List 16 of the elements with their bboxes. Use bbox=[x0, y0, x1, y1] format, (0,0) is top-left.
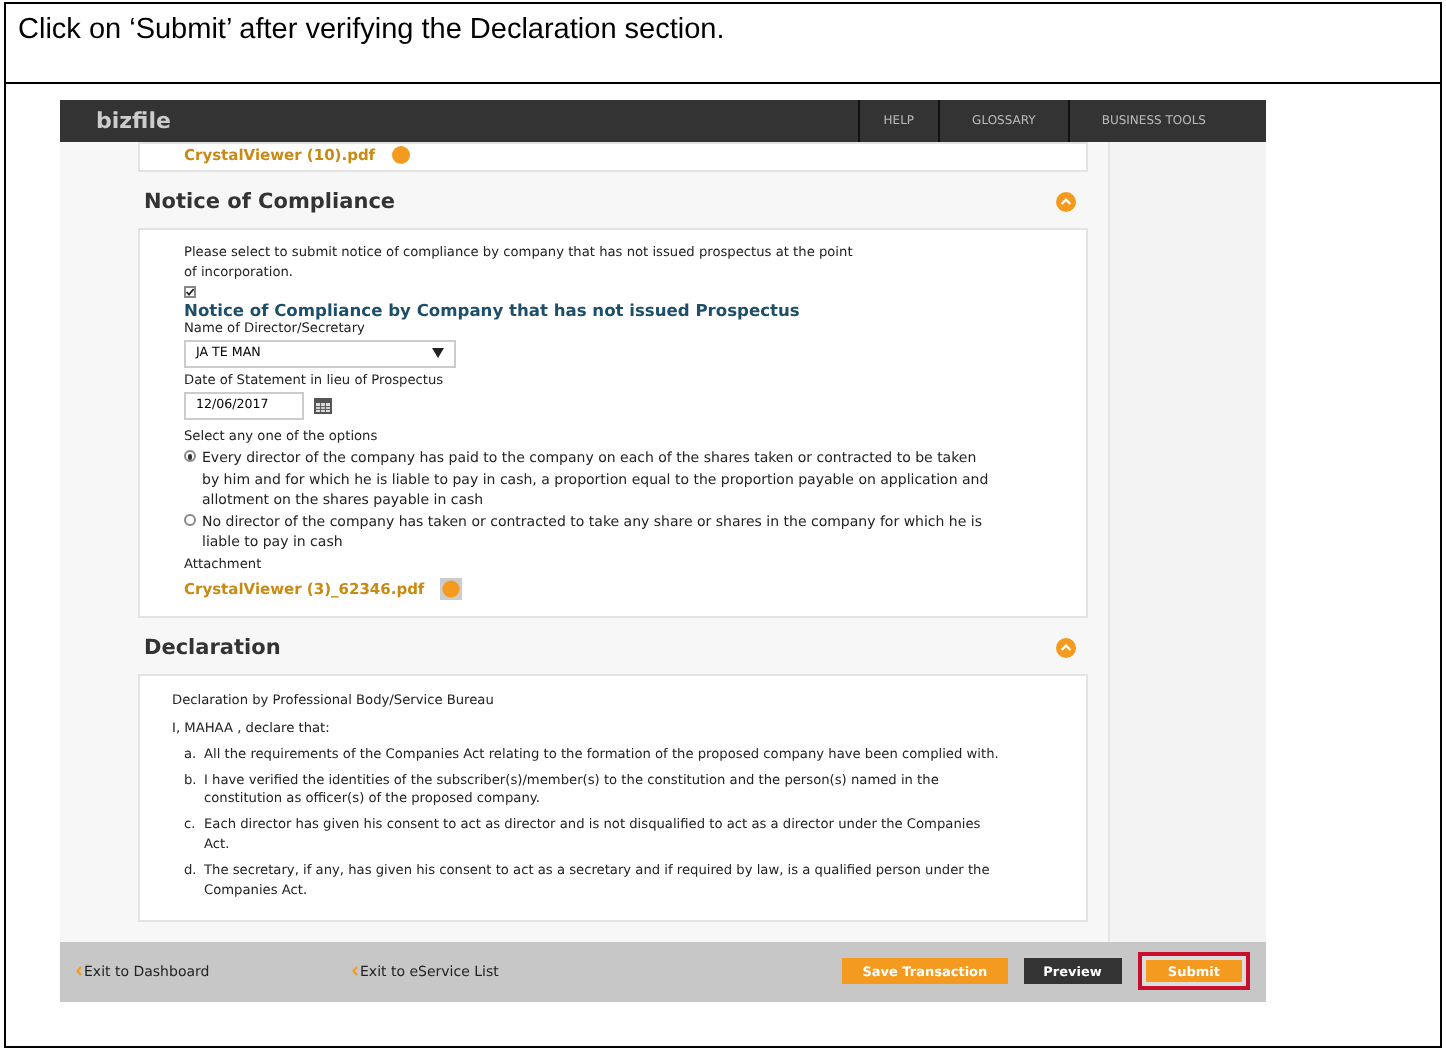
section-title: Notice of Compliance bbox=[144, 190, 396, 214]
collapse-icon[interactable] bbox=[1056, 637, 1076, 658]
radio-button[interactable] bbox=[184, 513, 196, 526]
caret-icon bbox=[432, 348, 444, 359]
checkbox[interactable] bbox=[184, 285, 196, 298]
section-title: Declaration bbox=[144, 635, 281, 660]
chevron-left-icon bbox=[352, 966, 358, 977]
collapse-icon[interactable] bbox=[1056, 192, 1076, 212]
attachment-icon[interactable] bbox=[440, 577, 463, 600]
calendar-icon[interactable] bbox=[314, 397, 332, 414]
instruction-text: Click on ‘Submit’ after verifying the Declaration section. bbox=[6, 4, 1440, 84]
chevron-left-icon bbox=[76, 966, 82, 977]
radio-button[interactable] bbox=[184, 450, 196, 463]
logo: bizfile bbox=[94, 108, 173, 134]
attachment-icon[interactable] bbox=[391, 146, 410, 164]
subsection-title: Notice of Compliance by Company that has not issued Prospectus bbox=[184, 299, 802, 320]
